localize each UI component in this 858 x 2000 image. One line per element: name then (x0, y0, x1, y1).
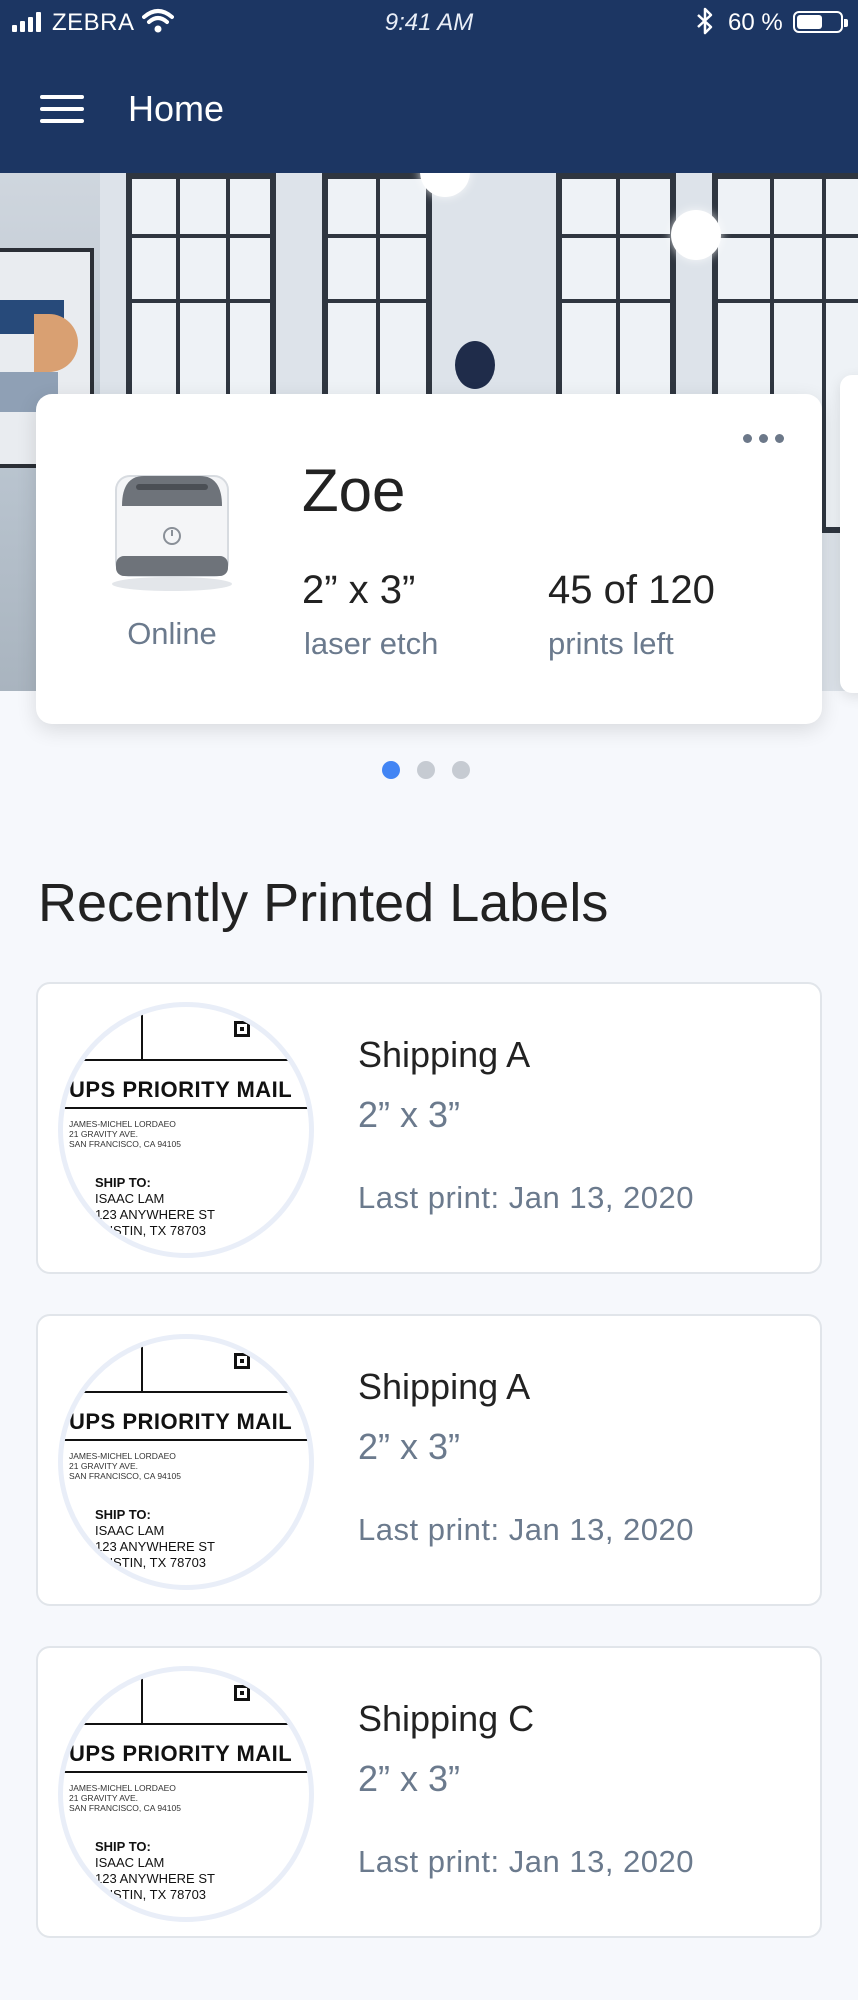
pager-dot[interactable] (382, 761, 400, 779)
label-name: Shipping A (358, 1366, 531, 1407)
ship-to-line-3: AUSTIN, TX 78703 (95, 1555, 207, 1570)
last-print-date: Last print: Jan 13, 2020 (358, 1844, 695, 1879)
label-card[interactable]: UPS PRIORITY MAIL JAMES-MICHEL LORDAEO 2… (36, 1646, 822, 1938)
from-line-1: JAMES-MICHEL LORDAEO (69, 1119, 176, 1129)
ship-to-label: SHIP TO: (95, 1839, 151, 1854)
label-size: 2” x 3” (358, 1758, 461, 1799)
qr-code-icon (234, 1021, 250, 1037)
label-size-value: 2” x 3” (302, 568, 416, 612)
battery-percent: 60 % (728, 9, 783, 36)
pager-dot[interactable] (452, 761, 470, 779)
label-thumbnail: UPS PRIORITY MAIL JAMES-MICHEL LORDAEO 2… (58, 1666, 314, 1922)
last-print-date: Last print: Jan 13, 2020 (358, 1180, 695, 1215)
from-line-3: SAN FRANCISCO, CA 94105 (69, 1139, 181, 1149)
more-options-icon[interactable] (743, 434, 784, 443)
status-bar: ZEBRA 9:41 AM 60 % (0, 0, 858, 44)
printer-card[interactable]: Online Zoe 2” x 3” laser etch 45 of 120 … (36, 394, 822, 724)
qr-code-icon (234, 1685, 250, 1701)
ship-to-line-1: ISAAC LAM (95, 1523, 165, 1538)
ship-to-line-2: 123 ANYWHERE ST (95, 1539, 215, 1554)
app-header: ZEBRA 9:41 AM 60 % Home (0, 0, 858, 173)
label-card[interactable]: UPS PRIORITY MAIL JAMES-MICHEL LORDAEO 2… (36, 1314, 822, 1606)
qr-code-icon (234, 1353, 250, 1369)
ship-to-line-2: 123 ANYWHERE ST (95, 1207, 215, 1222)
label-size-caption: laser etch (304, 626, 439, 661)
label-thumbnail: UPS PRIORITY MAIL JAMES-MICHEL LORDAEO 2… (58, 1334, 314, 1590)
label-name: Shipping C (358, 1698, 535, 1739)
printer-status: Online (127, 616, 217, 651)
wall-clock-image (455, 341, 495, 389)
label-heading: UPS PRIORITY MAIL (69, 1741, 293, 1766)
label-heading: UPS PRIORITY MAIL (69, 1409, 293, 1434)
pager-dot[interactable] (417, 761, 435, 779)
ship-to-line-3: AUSTIN, TX 78703 (95, 1223, 207, 1238)
ship-to-label: SHIP TO: (95, 1507, 151, 1522)
ship-to-line-3: AUSTIN, TX 78703 (95, 1887, 207, 1902)
hamburger-menu-icon[interactable] (40, 95, 84, 123)
from-line-2: 21 GRAVITY AVE. (69, 1129, 138, 1139)
from-line-3: SAN FRANCISCO, CA 94105 (69, 1803, 181, 1813)
page-title: Home (128, 88, 225, 129)
prints-left-value: 45 of 120 (548, 568, 715, 612)
label-card[interactable]: UPS PRIORITY MAIL JAMES-MICHEL LORDAEO 2… (36, 982, 822, 1274)
from-line-3: SAN FRANCISCO, CA 94105 (69, 1471, 181, 1481)
carousel-pager[interactable] (382, 761, 470, 779)
label-name: Shipping A (358, 1034, 531, 1075)
from-line-1: JAMES-MICHEL LORDAEO (69, 1451, 176, 1461)
ship-to-line-1: ISAAC LAM (95, 1191, 165, 1206)
label-heading: UPS PRIORITY MAIL (69, 1077, 293, 1102)
battery-icon (793, 11, 848, 33)
from-line-2: 21 GRAVITY AVE. (69, 1793, 138, 1803)
ship-to-line-1: ISAAC LAM (95, 1855, 165, 1870)
from-line-2: 21 GRAVITY AVE. (69, 1461, 138, 1471)
printer-icon (112, 475, 232, 591)
bluetooth-icon (697, 7, 713, 35)
printer-name: Zoe (302, 457, 406, 524)
next-printer-card[interactable] (840, 375, 858, 693)
ship-to-line-2: 123 ANYWHERE ST (95, 1871, 215, 1886)
last-print-date: Last print: Jan 13, 2020 (358, 1512, 695, 1547)
prints-left-caption: prints left (548, 626, 674, 661)
label-size: 2” x 3” (358, 1426, 461, 1467)
label-size: 2” x 3” (358, 1094, 461, 1135)
label-thumbnail: UPS PRIORITY MAIL JAMES-MICHEL LORDAEO 2… (58, 1002, 314, 1258)
section-title: Recently Printed Labels (38, 873, 609, 933)
from-line-1: JAMES-MICHEL LORDAEO (69, 1783, 176, 1793)
ship-to-label: SHIP TO: (95, 1175, 151, 1190)
